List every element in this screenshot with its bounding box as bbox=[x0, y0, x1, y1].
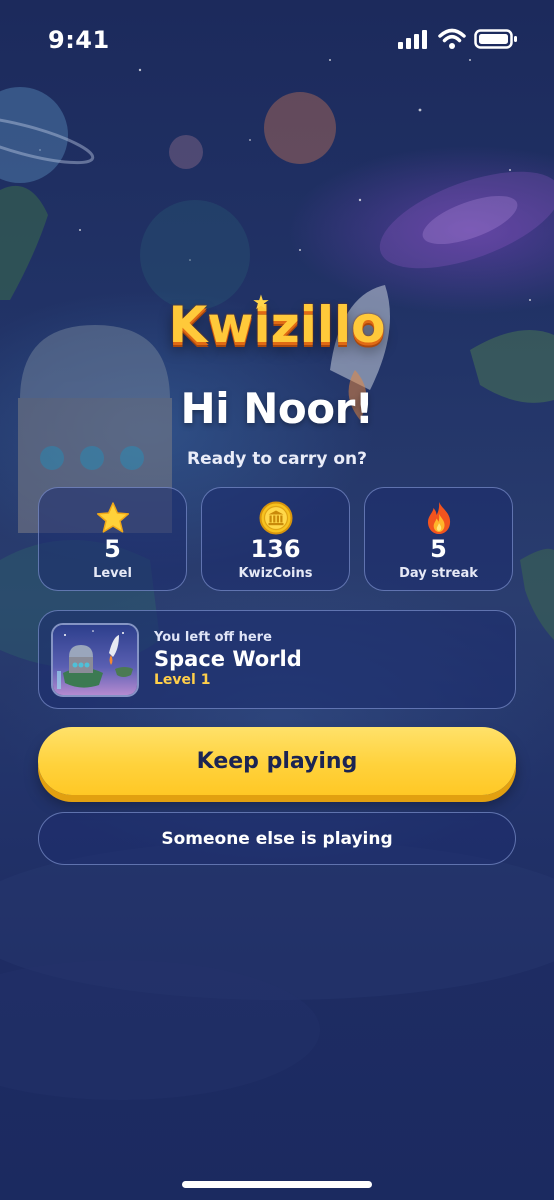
level-label: Level bbox=[93, 566, 132, 581]
status-bar: 9:41 bbox=[0, 0, 554, 80]
cellular-signal-icon bbox=[398, 30, 427, 49]
greeting-subtitle: Ready to carry on? bbox=[187, 449, 367, 469]
day-streak-value: 5 bbox=[430, 535, 447, 563]
space-world-thumbnail bbox=[51, 623, 139, 697]
wifi-icon bbox=[438, 28, 466, 49]
kwizcoins-label: KwizCoins bbox=[238, 566, 313, 581]
logo-wordmark: Kwizillo bbox=[168, 296, 386, 354]
kwizcoins-value: 136 bbox=[250, 535, 301, 563]
coin-icon bbox=[202, 500, 349, 536]
keep-playing-button[interactable]: Keep playing bbox=[38, 727, 516, 795]
level-value: 5 bbox=[104, 535, 121, 563]
world-level: Level 1 bbox=[154, 672, 211, 688]
stat-card-day-streak: 5 Day streak bbox=[364, 487, 513, 591]
star-icon bbox=[39, 500, 186, 536]
continue-world-card[interactable]: You left off here Space World Level 1 bbox=[38, 610, 516, 709]
stat-card-level: 5 Level bbox=[38, 487, 187, 591]
welcome-back-screen: 9:41 ★ Kwizillo Hi Noor! Ready to carry … bbox=[0, 0, 554, 1200]
stat-card-kwizcoins: 136 KwizCoins bbox=[201, 487, 350, 591]
status-time: 9:41 bbox=[48, 26, 110, 54]
home-indicator[interactable] bbox=[182, 1181, 372, 1188]
battery-icon bbox=[474, 29, 517, 49]
flame-icon bbox=[365, 500, 512, 536]
space-background-illustration bbox=[0, 59, 554, 1100]
logo-star-icon: ★ bbox=[252, 290, 270, 314]
kwizillo-logo: ★ Kwizillo bbox=[0, 290, 554, 354]
greeting-title: Hi Noor! bbox=[180, 384, 374, 433]
day-streak-label: Day streak bbox=[399, 566, 478, 581]
world-title: Space World bbox=[154, 647, 302, 671]
status-icons bbox=[398, 28, 518, 50]
stats-row: 5 Level 136 KwizCoins 5 Day streak bbox=[38, 487, 516, 591]
continue-hint: You left off here bbox=[154, 630, 272, 645]
someone-else-playing-button[interactable]: Someone else is playing bbox=[38, 812, 516, 865]
